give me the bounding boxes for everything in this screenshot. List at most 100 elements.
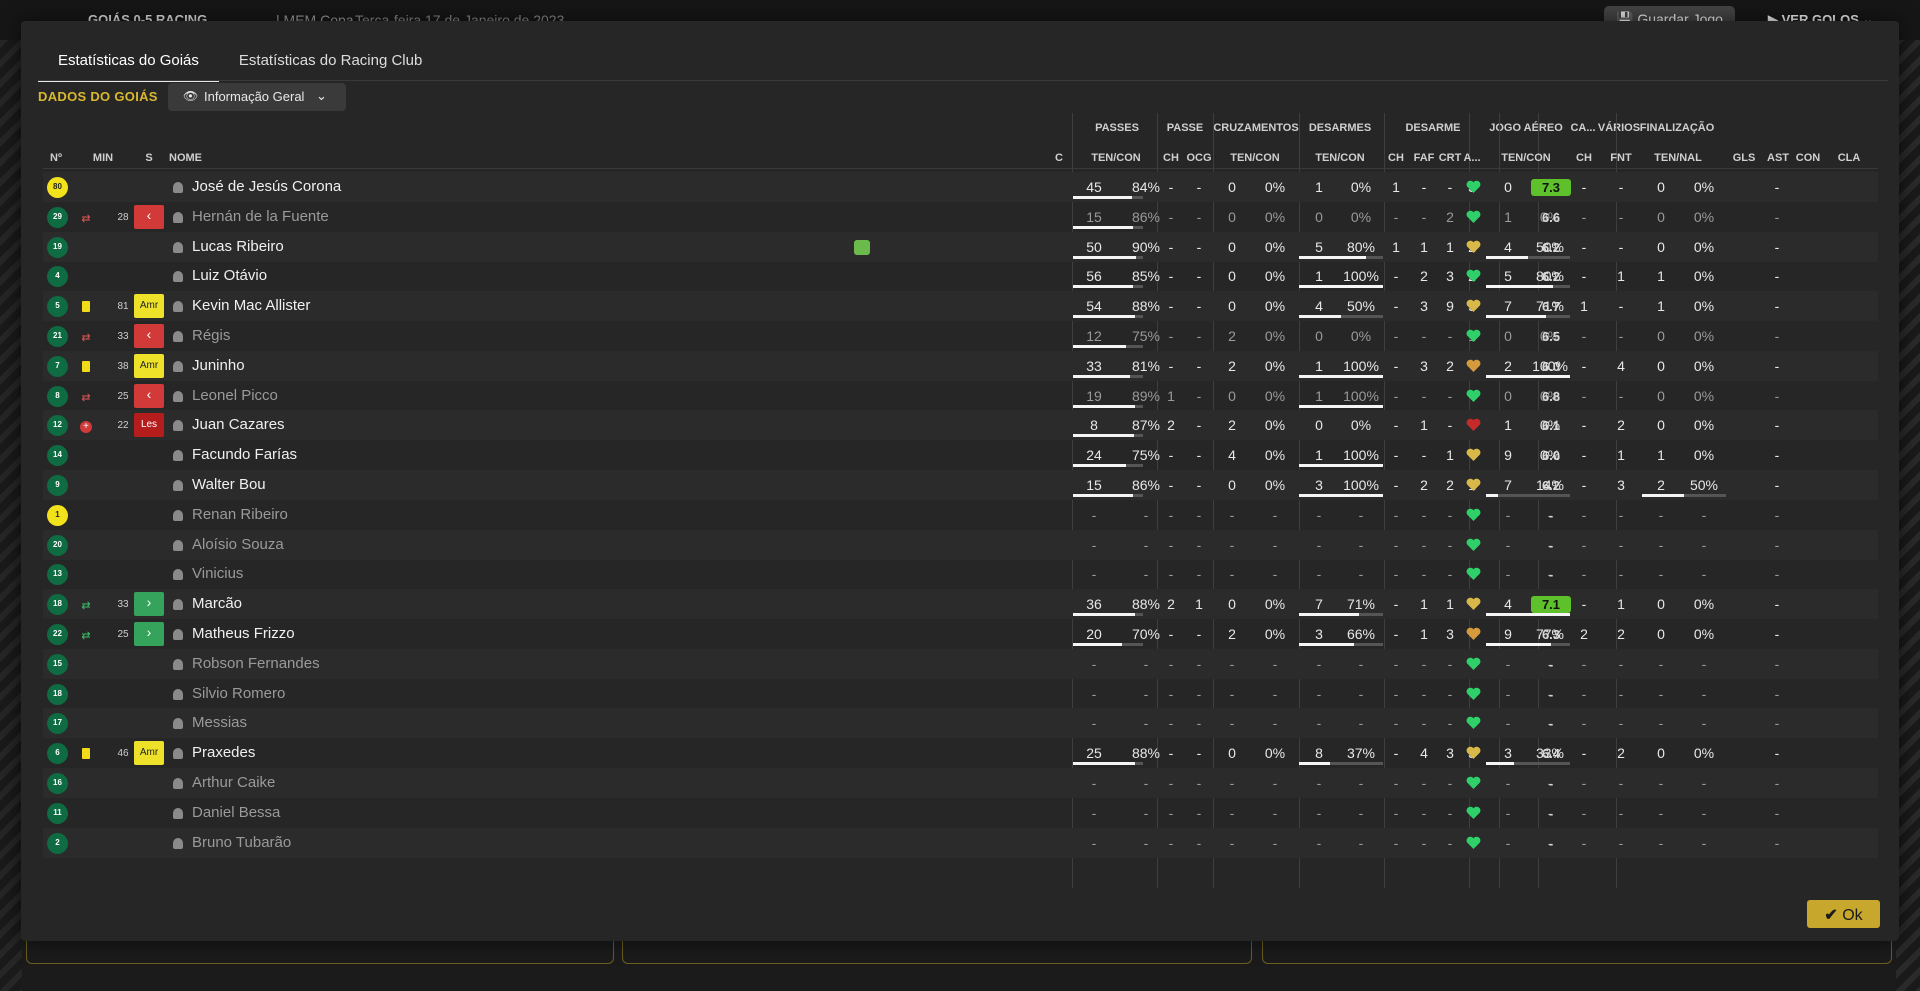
table-row[interactable]: 20Aloísio Souza-------------------- [43, 529, 1878, 560]
player-name[interactable]: Aloísio Souza [192, 536, 284, 553]
player-rating: 6.0 [1541, 448, 1561, 464]
table-row[interactable]: 1Renan Ribeiro-------------------- [43, 500, 1878, 530]
stat-sh0: - [1658, 506, 1664, 523]
column-header-gls[interactable]: GLS [1733, 152, 1756, 164]
table-row[interactable]: 14Facundo Farías2475%--40%1100%--1-90%-1… [43, 440, 1878, 470]
player-name[interactable]: Renan Ribeiro [192, 506, 288, 523]
column-header-name[interactable]: NOME [169, 152, 202, 164]
column-header-aerial[interactable]: TEN/CON [1501, 152, 1551, 164]
column-header-pass_ch[interactable]: CH [1163, 152, 1179, 164]
player-name[interactable]: Hernán de la Fuente [192, 208, 329, 225]
stat-ae0: - [1505, 834, 1511, 851]
player-name[interactable]: Daniel Bessa [192, 804, 280, 821]
stat-tk0: 7 [1315, 596, 1323, 613]
player-name[interactable]: Vinicius [192, 565, 243, 582]
column-header-s[interactable]: S [145, 152, 152, 164]
condition-heart-icon [1466, 210, 1481, 224]
player-name[interactable]: Facundo Farías [192, 446, 297, 463]
stat-fnt: 2 [1617, 626, 1625, 642]
condition-heart-icon [1466, 240, 1481, 254]
table-row[interactable]: 4Luiz Otávio5685%--00%1100%-232580%-110%… [43, 261, 1878, 291]
column-header-con[interactable]: CON [1796, 152, 1820, 164]
player-profile-icon [173, 360, 183, 372]
table-row[interactable]: 2Bruno Tubarão-------------------- [43, 827, 1878, 858]
player-name[interactable]: Praxedes [192, 744, 255, 761]
table-row[interactable]: 17Messias-------------------- [43, 708, 1878, 739]
player-name[interactable]: Matheus Frizzo [192, 625, 295, 642]
player-profile-icon [173, 837, 183, 849]
stat-sh0: 1 [1657, 447, 1665, 464]
column-header-des_crt[interactable]: CRT [1439, 152, 1462, 164]
player-name[interactable]: Messias [192, 714, 247, 731]
column-header-shots[interactable]: TEN/NAL [1654, 152, 1702, 164]
table-row[interactable]: 9Walter Bou1586%--00%3100%-221714%-3250%… [43, 470, 1878, 500]
table-row[interactable]: 29 ⇄ 28 ‹ Hernán de la Fuente 15 86% - -0 0% 0 0% - -… [43, 202, 1878, 232]
table-row[interactable]: 738AmrJuninho3381%--20%1100%-32-2100%-40… [43, 350, 1878, 381]
stat-cach: - [1581, 566, 1587, 583]
table-row[interactable]: 16Arthur Caike-------------------- [43, 768, 1878, 798]
table-row[interactable]: 5 81 Amr Kevin Mac Allister 54 88% - -0 0% 4 50% -3… [43, 291, 1878, 322]
stat-tk0: - [1316, 834, 1322, 851]
player-name[interactable]: Juan Cazares [192, 416, 285, 433]
column-header-var_fnt[interactable]: FNT [1610, 152, 1631, 164]
player-name[interactable]: Robson Fernandes [192, 655, 320, 672]
stat-p0: - [1091, 536, 1097, 553]
player-name[interactable]: Luiz Otávio [192, 267, 267, 284]
table-row[interactable]: 13Vinicius-------------------- [43, 559, 1878, 589]
column-header-c[interactable]: C [1055, 152, 1063, 164]
column-header-pass[interactable]: TEN/CON [1091, 152, 1141, 164]
ok-button[interactable]: ✔ Ok [1807, 900, 1880, 928]
player-name[interactable]: Régis [192, 327, 230, 344]
table-row[interactable]: 11Daniel Bessa-------------------- [43, 798, 1878, 828]
stat-fnt: - [1618, 387, 1624, 404]
stat-ae0: - [1505, 685, 1511, 702]
column-header-cla[interactable]: CLA [1838, 152, 1861, 164]
column-header-ca_ch[interactable]: CH [1576, 152, 1592, 164]
table-row[interactable]: 18Silvio Romero-------------------- [43, 679, 1878, 709]
stat-faf: - [1421, 179, 1427, 195]
player-name[interactable]: Juninho [192, 357, 245, 374]
player-name[interactable]: Bruno Tubarão [192, 834, 291, 851]
stat-pocg: - [1196, 536, 1202, 553]
player-name[interactable]: Walter Bou [192, 476, 266, 493]
table-row[interactable]: 80José de Jesús Corona4584%--00%10%1--30… [43, 172, 1878, 202]
table-row[interactable]: 646AmrPraxedes2588%--00%837%-433333%-200… [43, 738, 1878, 768]
stat-p1: 90% [1131, 238, 1161, 255]
table-row[interactable]: 22⇄25›Matheus Frizzo2070%--20%366%-13-97… [43, 619, 1878, 649]
stat-crt: - [1447, 328, 1453, 344]
stat-gls: - [1774, 775, 1780, 791]
player-name[interactable]: Silvio Romero [192, 685, 285, 702]
column-header-ast[interactable]: AST [1767, 152, 1789, 164]
table-row[interactable]: 18⇄33›Marcão3688%2100%771%-11-4100%-100%… [43, 589, 1878, 620]
player-profile-icon [173, 450, 183, 462]
player-name[interactable]: Lucas Ribeiro [192, 238, 284, 255]
column-header-des_a[interactable]: A... [1463, 152, 1480, 164]
column-header-cross[interactable]: TEN/CON [1230, 152, 1280, 164]
column-header-des_faf[interactable]: FAF [1414, 152, 1435, 164]
condition-heart-icon [1466, 597, 1481, 611]
stat-p0: - [1091, 775, 1097, 791]
table-row[interactable]: 12+22LesJuan Cazares887%2-20%00%-1--10%-… [43, 410, 1878, 441]
player-name[interactable]: Kevin Mac Allister [192, 297, 310, 314]
table-row[interactable]: 21⇄33‹Régis1275%--20%00%---100%--00%-6.5 [43, 321, 1878, 351]
stat-cach: - [1581, 834, 1587, 851]
stat-sh1: - [1701, 566, 1707, 583]
stat-p0: - [1091, 685, 1097, 702]
stat-sh0: - [1658, 804, 1664, 821]
table-row[interactable]: 15Robson Fernandes-------------------- [43, 648, 1878, 679]
success-bar-fill [1073, 762, 1135, 766]
column-header-num[interactable]: Nº [50, 152, 62, 164]
table-row[interactable]: 19Lucas Ribeiro5090%--00%580%1112450%--0… [43, 231, 1878, 262]
stat-cr0: 2 [1228, 328, 1236, 344]
player-name[interactable]: Leonel Picco [192, 387, 278, 404]
table-row[interactable]: 8⇄25‹Leonel Picco1989%1-00%1100%----00%-… [43, 381, 1878, 411]
stat-cach: - [1581, 745, 1587, 762]
player-name[interactable]: José de Jesús Corona [192, 178, 341, 195]
column-header-pass_ocg[interactable]: OCG [1186, 152, 1211, 164]
player-name[interactable]: Arthur Caike [192, 774, 275, 791]
column-header-des_ch[interactable]: CH [1388, 152, 1404, 164]
player-name[interactable]: Marcão [192, 595, 242, 612]
column-header-tackle[interactable]: TEN/CON [1315, 152, 1365, 164]
substitution-icon: ⇄ [81, 630, 91, 642]
column-header-min[interactable]: MIN [93, 152, 113, 164]
